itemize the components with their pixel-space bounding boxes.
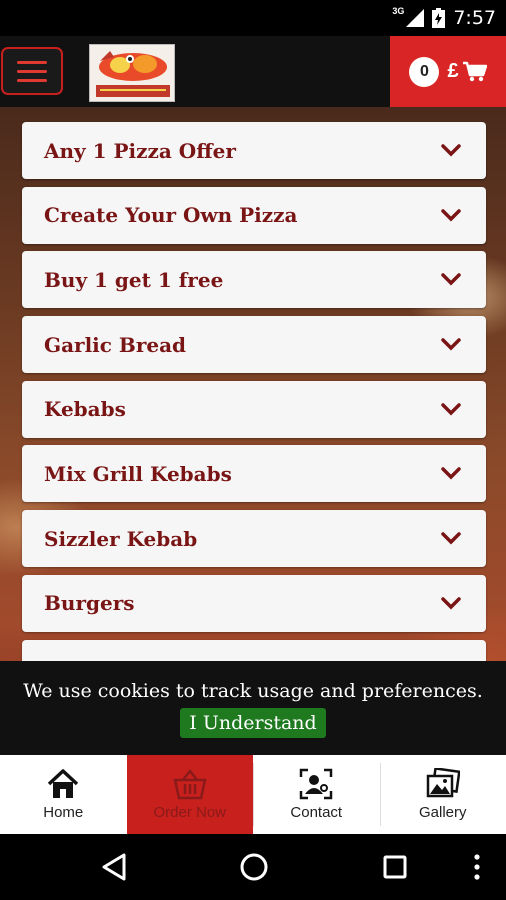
logo-graphic	[90, 45, 174, 101]
battery-icon	[432, 8, 446, 28]
cart-count: 0	[409, 56, 440, 87]
category-label: Kebabs	[44, 397, 126, 422]
chevron-down-icon	[438, 529, 464, 549]
chevron-down-icon	[438, 593, 464, 613]
system-nav-bar	[0, 834, 506, 900]
category-list: Any 1 Pizza Offer Create Your Own Pizza …	[22, 122, 486, 704]
category-item[interactable]: Any 1 Pizza Offer	[22, 122, 486, 179]
category-label: Mix Grill Kebabs	[44, 461, 232, 486]
chevron-down-icon	[438, 270, 464, 290]
basket-icon	[173, 768, 207, 800]
category-item[interactable]: Mix Grill Kebabs	[22, 445, 486, 503]
menu-icon-bar	[17, 60, 47, 64]
category-item[interactable]: Kebabs	[22, 380, 486, 438]
recents-icon[interactable]	[381, 852, 409, 882]
category-label: Create Your Own Pizza	[44, 203, 298, 228]
home-icon	[48, 769, 79, 798]
menu-button[interactable]	[1, 47, 63, 95]
nav-contact[interactable]: Contact	[253, 755, 380, 834]
category-label: Buy 1 get 1 free	[44, 267, 224, 292]
category-label: Garlic Bread	[44, 332, 187, 357]
category-item[interactable]: Garlic Bread	[22, 316, 486, 374]
app-header: 0 £	[0, 36, 506, 107]
category-label: Burgers	[44, 591, 135, 616]
nav-order-now-label: Order Now	[153, 804, 227, 821]
chevron-down-icon	[438, 399, 464, 419]
chevron-down-icon	[438, 205, 464, 225]
cart-icon	[462, 61, 487, 81]
nav-home-label: Home	[43, 804, 84, 821]
cookie-accept-button[interactable]: I Understand	[180, 708, 326, 738]
category-item[interactable]: Burgers	[22, 574, 486, 632]
nav-gallery[interactable]: Gallery	[379, 755, 506, 834]
category-label: Any 1 Pizza Offer	[44, 138, 236, 163]
nav-order-now[interactable]: Order Now	[126, 755, 253, 834]
contact-icon	[300, 768, 333, 800]
status-bar: 3G 7:57	[0, 0, 506, 36]
cart-button[interactable]: 0 £	[390, 36, 506, 107]
gallery-icon	[426, 768, 460, 798]
chevron-down-icon	[438, 464, 464, 484]
menu-icon-bar	[17, 69, 47, 73]
category-item[interactable]: Buy 1 get 1 free	[22, 251, 486, 309]
home-circle-icon[interactable]	[239, 852, 269, 882]
category-item[interactable]: Sizzler Kebab	[22, 510, 486, 568]
cookie-banner: We use cookies to track usage and prefer…	[0, 661, 506, 755]
menu-icon-bar	[17, 78, 47, 82]
bottom-nav: Home Order Now Contact Gallery	[0, 755, 506, 834]
back-icon[interactable]	[100, 852, 128, 882]
restaurant-logo[interactable]	[89, 44, 175, 102]
cookie-message: We use cookies to track usage and prefer…	[23, 680, 483, 702]
category-label: Sizzler Kebab	[44, 526, 198, 551]
network-type: 3G	[392, 6, 405, 16]
category-item[interactable]: Create Your Own Pizza	[22, 186, 486, 244]
chevron-down-icon	[438, 335, 464, 355]
overflow-menu-icon[interactable]	[470, 852, 484, 882]
chevron-down-icon	[438, 141, 464, 161]
nav-contact-label: Contact	[290, 804, 343, 821]
clock: 7:57	[453, 7, 496, 29]
signal-icon	[406, 9, 425, 27]
menu-content[interactable]: Any 1 Pizza Offer Create Your Own Pizza …	[0, 107, 506, 755]
cart-currency: £	[447, 60, 459, 82]
nav-gallery-label: Gallery	[418, 804, 467, 821]
nav-home[interactable]: Home	[0, 755, 127, 834]
